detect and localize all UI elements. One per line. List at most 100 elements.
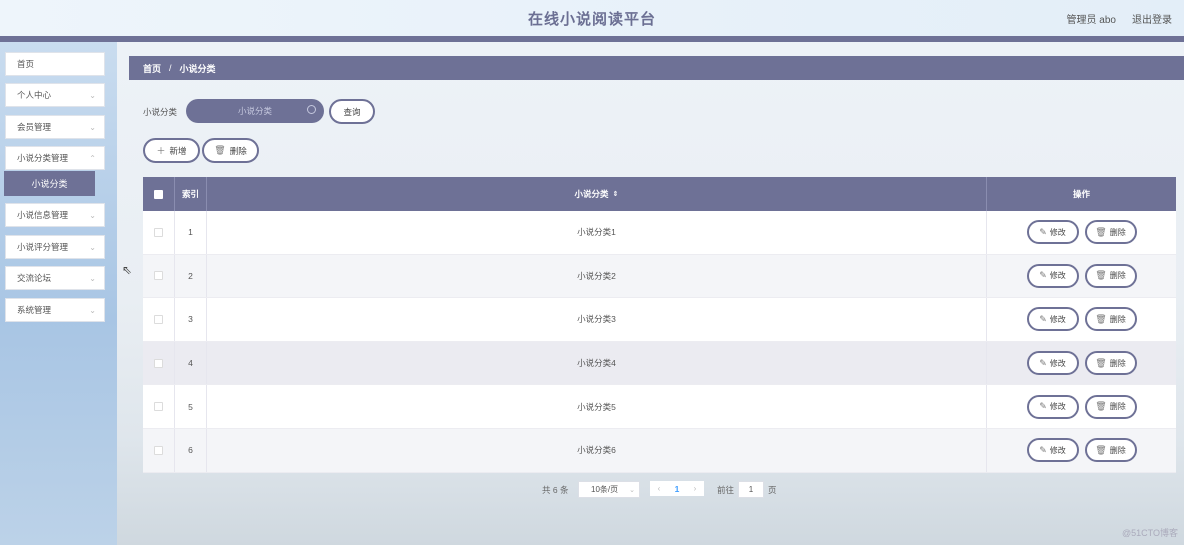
goto-label: 前往 xyxy=(717,485,735,495)
delete-button[interactable]: 🗑 删除 xyxy=(1084,438,1137,463)
row-index: 4 xyxy=(174,341,206,385)
next-page-button[interactable]: › xyxy=(686,481,704,496)
row-check-cell xyxy=(143,255,174,298)
delete-button-label: 删除 xyxy=(1109,445,1126,455)
sidebar-item-label: 交流论坛 xyxy=(17,273,52,283)
row-checkbox[interactable] xyxy=(154,314,163,324)
table-row[interactable]: 5 小说分类5 ✎ 修改 🗑 删除 xyxy=(143,385,1176,429)
header-ops: 操作 xyxy=(986,177,1176,211)
query-button[interactable]: 查询 xyxy=(329,99,375,124)
sidebar-subitem-category[interactable]: 小说分类 xyxy=(4,171,95,196)
sort-icon[interactable]: ⇕ xyxy=(613,190,619,198)
chevron-down-icon: ⌄ xyxy=(89,273,96,283)
trash-icon: 🗑 xyxy=(1095,401,1107,412)
chevron-up-icon: ⌃ xyxy=(89,153,96,163)
delete-button[interactable]: 🗑 删除 xyxy=(1084,394,1137,419)
delete-button[interactable]: 🗑 删除 xyxy=(1084,220,1137,245)
header-divider xyxy=(0,36,1184,42)
chevron-down-icon: ⌄ xyxy=(89,305,96,315)
row-check-cell xyxy=(143,385,174,428)
pencil-icon: ✎ xyxy=(1039,357,1047,368)
trash-icon: 🗑 xyxy=(1095,357,1107,368)
pencil-icon: ✎ xyxy=(1039,270,1047,281)
row-check-cell xyxy=(143,429,174,472)
delete-button[interactable]: 🗑 删除 xyxy=(1084,307,1137,332)
chevron-down-icon: ⌄ xyxy=(89,90,96,100)
delete-button-label: 删除 xyxy=(1109,402,1126,412)
sidebar-item-forum[interactable]: 交流论坛 ⌄ xyxy=(5,266,105,290)
pencil-icon: ✎ xyxy=(1039,401,1047,412)
edit-button[interactable]: ✎ 修改 xyxy=(1026,394,1079,419)
trash-icon: 🗑 xyxy=(1095,226,1107,237)
table-row[interactable]: 2 小说分类2 ✎ 修改 🗑 删除 xyxy=(143,254,1176,299)
trash-icon: 🗑 xyxy=(214,145,226,155)
edit-button[interactable]: ✎ 修改 xyxy=(1026,351,1079,376)
sidebar-item-members[interactable]: 会员管理 ⌄ xyxy=(5,115,105,139)
row-actions: ✎ 修改 🗑 删除 xyxy=(986,298,1176,341)
sidebar-item-label: 会员管理 xyxy=(17,122,52,132)
chevron-down-icon: ⌄ xyxy=(89,242,96,252)
chevron-down-icon: ⌄ xyxy=(629,486,635,494)
delete-button[interactable]: 🗑 删除 xyxy=(1084,263,1137,288)
edit-button[interactable]: ✎ 修改 xyxy=(1026,307,1079,332)
logout-link[interactable]: 退出登录 xyxy=(1132,11,1172,26)
table-row[interactable]: 3 小说分类3 ✎ 修改 🗑 删除 xyxy=(143,298,1176,342)
search-label: 小说分类 xyxy=(143,107,178,117)
chevron-down-icon: ⌄ xyxy=(89,122,96,132)
add-button[interactable]: ＋ 新增 xyxy=(143,138,200,163)
row-checkbox[interactable] xyxy=(154,227,163,237)
breadcrumb-home[interactable]: 首页 xyxy=(143,62,161,75)
top-header: 在线小说阅读平台 管理员 abo 退出登录 xyxy=(0,0,1184,36)
trash-icon: 🗑 xyxy=(1095,313,1107,324)
edit-button[interactable]: ✎ 修改 xyxy=(1026,220,1079,245)
page-size-value: 10条/页 xyxy=(591,485,619,494)
sidebar-item-label: 个人中心 xyxy=(17,90,52,100)
table-row[interactable]: 4 小说分类4 ✎ 修改 🗑 删除 xyxy=(143,341,1176,386)
sidebar-item-profile[interactable]: 个人中心 ⌄ xyxy=(5,83,105,107)
row-actions: ✎ 修改 🗑 删除 xyxy=(986,211,1176,254)
header-name[interactable]: 小说分类 ⇕ xyxy=(206,177,986,211)
delete-button-label: 删除 xyxy=(1109,227,1126,237)
breadcrumb: 首页 / 小说分类 xyxy=(129,56,1184,80)
row-check-cell xyxy=(143,342,174,385)
sidebar-item-novel-info[interactable]: 小说信息管理 ⌄ xyxy=(5,203,105,227)
table-row[interactable]: 1 小说分类1 ✎ 修改 🗑 删除 xyxy=(143,211,1176,255)
sidebar-item-category-mgmt[interactable]: 小说分类管理 ⌃ xyxy=(5,146,105,170)
delete-button[interactable]: 🗑 删除 xyxy=(1084,351,1137,376)
header-user-area: 管理员 abo 退出登录 xyxy=(1067,11,1172,26)
table-row[interactable]: 6 小说分类6 ✎ 修改 🗑 删除 xyxy=(143,429,1176,473)
row-check-cell xyxy=(143,211,174,254)
query-button-label: 查询 xyxy=(343,106,361,117)
category-table: 索引 小说分类 ⇕ 操作 1 小说分类1 ✎ 修改 🗑 删除 2 小说分类2 ✎ 修改 🗑 删除 3 小说… xyxy=(143,177,1176,473)
prev-page-button[interactable]: ‹ xyxy=(650,481,668,496)
header-name-label: 小说分类 xyxy=(574,189,609,199)
row-index: 6 xyxy=(174,429,206,472)
sidebar-item-rating[interactable]: 小说评分管理 ⌄ xyxy=(5,235,105,259)
add-button-label: 新增 xyxy=(169,145,187,156)
row-actions: ✎ 修改 🗑 删除 xyxy=(986,385,1176,428)
edit-button-label: 修改 xyxy=(1049,271,1066,281)
row-checkbox[interactable] xyxy=(154,402,163,412)
bulk-delete-button[interactable]: 🗑 删除 xyxy=(202,138,259,163)
delete-button-label: 删除 xyxy=(1109,358,1126,368)
header-index: 索引 xyxy=(174,177,206,211)
page-suffix: 页 xyxy=(768,485,777,495)
sidebar-item-system[interactable]: 系统管理 ⌄ xyxy=(5,298,105,322)
sidebar-item-label: 小说信息管理 xyxy=(17,210,69,220)
page-number[interactable]: 1 xyxy=(668,481,686,496)
row-checkbox[interactable] xyxy=(154,271,163,281)
current-user[interactable]: 管理员 abo xyxy=(1067,11,1116,26)
goto-page-input[interactable]: 1 xyxy=(738,481,764,498)
edit-button[interactable]: ✎ 修改 xyxy=(1026,263,1079,288)
row-checkbox[interactable] xyxy=(154,358,163,368)
sidebar-item-home[interactable]: 首页 xyxy=(5,52,105,76)
edit-button-label: 修改 xyxy=(1049,227,1066,237)
search-input[interactable]: 小说分类 xyxy=(186,99,324,123)
sidebar-item-label: 系统管理 xyxy=(17,305,52,315)
row-checkbox[interactable] xyxy=(154,445,163,455)
page-size-select[interactable]: 10条/页 ⌄ xyxy=(578,481,640,498)
edit-button[interactable]: ✎ 修改 xyxy=(1026,438,1079,463)
row-index: 2 xyxy=(174,254,206,298)
row-actions: ✎ 修改 🗑 删除 xyxy=(986,429,1176,472)
select-all-checkbox[interactable] xyxy=(154,189,163,199)
